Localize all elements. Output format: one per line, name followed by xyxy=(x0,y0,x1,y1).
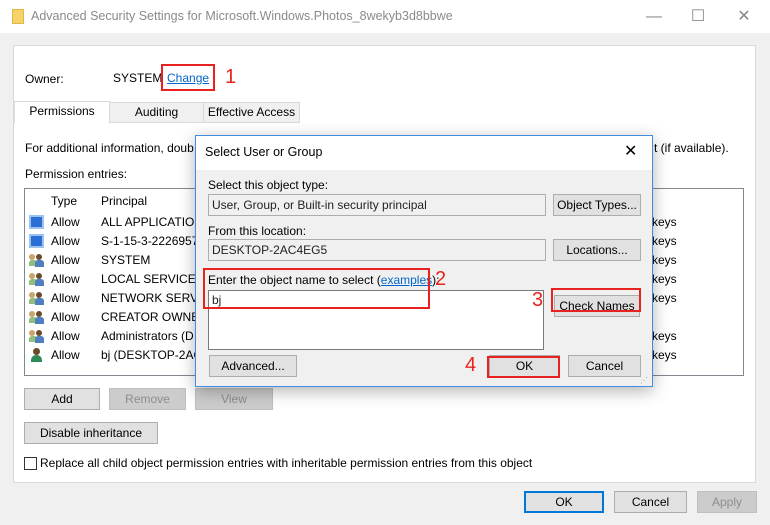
entry-principal: S-1-15-3-22269576 xyxy=(101,234,206,248)
entry-principal: ALL APPLICATION xyxy=(101,215,204,229)
annotation-box-1 xyxy=(161,64,215,91)
entry-type: Allow xyxy=(51,215,80,229)
entry-type: Allow xyxy=(51,253,80,267)
annotation-4: 4 xyxy=(465,354,477,376)
close-button[interactable]: ✕ xyxy=(724,4,764,30)
permission-entries-label: Permission entries: xyxy=(25,167,128,181)
entry-principal: SYSTEM xyxy=(101,253,151,267)
info-text: For additional information, doub xyxy=(25,141,194,155)
group-icon xyxy=(29,272,44,286)
annotation-1: 1 xyxy=(225,66,237,88)
entry-principal: CREATOR OWNER xyxy=(101,310,208,324)
entry-principal: LOCAL SERVICE xyxy=(101,272,196,286)
group-icon xyxy=(29,253,44,267)
dialog-close-button[interactable]: ✕ xyxy=(624,141,637,161)
entry-access: keys xyxy=(652,253,677,267)
annotation-3: 3 xyxy=(532,289,544,311)
app-package-icon xyxy=(29,215,44,229)
entry-principal: NETWORK SERVIC xyxy=(101,291,211,305)
entry-type: Allow xyxy=(51,234,80,248)
select-user-dialog: Select User or Group ✕ Select this objec… xyxy=(195,135,653,387)
folder-icon xyxy=(12,9,24,24)
disable-inheritance-button[interactable]: Disable inheritance xyxy=(24,422,158,444)
owner-value: SYSTEM xyxy=(113,71,163,85)
add-button[interactable]: Add xyxy=(24,388,100,410)
object-types-button[interactable]: Object Types... xyxy=(553,194,641,216)
dialog-title: Select User or Group xyxy=(205,145,323,159)
entry-type: Allow xyxy=(51,310,80,324)
annotation-box-3 xyxy=(551,288,641,312)
advanced-button[interactable]: Advanced... xyxy=(209,355,297,377)
location-label: From this location: xyxy=(208,224,307,238)
entry-type: Allow xyxy=(51,272,80,286)
entry-principal: Administrators (D xyxy=(101,329,194,343)
window-title: Advanced Security Settings for Microsoft… xyxy=(31,9,453,23)
entry-access: keys xyxy=(652,215,677,229)
annotation-box-4 xyxy=(487,356,560,378)
object-type-label: Select this object type: xyxy=(208,178,329,192)
app-package-icon xyxy=(29,234,44,248)
group-icon xyxy=(29,310,44,324)
locations-button[interactable]: Locations... xyxy=(553,239,641,261)
tab-auditing[interactable]: Auditing xyxy=(109,102,204,123)
dialog-cancel-button[interactable]: Cancel xyxy=(568,355,641,377)
remove-button[interactable]: Remove xyxy=(109,388,186,410)
owner-label: Owner: xyxy=(25,72,64,86)
apply-button[interactable]: Apply xyxy=(697,491,757,513)
view-button[interactable]: View xyxy=(195,388,273,410)
entry-type: Allow xyxy=(51,291,80,305)
annotation-2: 2 xyxy=(435,268,447,290)
cancel-button[interactable]: Cancel xyxy=(614,491,687,513)
entry-access: keys xyxy=(652,272,677,286)
replace-checkbox[interactable] xyxy=(24,457,37,470)
object-type-field: User, Group, or Built-in security princi… xyxy=(208,194,546,216)
column-header-type[interactable]: Type xyxy=(51,194,77,208)
replace-checkbox-label[interactable]: Replace all child object permission entr… xyxy=(40,456,532,470)
resize-grip[interactable]: ⋰ xyxy=(640,376,648,385)
ok-button[interactable]: OK xyxy=(524,491,604,513)
minimize-button[interactable]: — xyxy=(634,4,674,30)
entry-type: Allow xyxy=(51,329,80,343)
entry-principal: bj (DESKTOP-2AC xyxy=(101,348,203,362)
group-icon xyxy=(29,291,44,305)
entry-type: Allow xyxy=(51,348,80,362)
entry-access: keys xyxy=(652,329,677,343)
info-text-end: t (if available). xyxy=(654,141,729,155)
entry-access: keys xyxy=(652,348,677,362)
entry-access: keys xyxy=(652,291,677,305)
tab-permissions[interactable]: Permissions xyxy=(14,101,110,124)
location-field: DESKTOP-2AC4EG5 xyxy=(208,239,546,261)
entry-access: keys xyxy=(652,234,677,248)
group-icon xyxy=(29,329,44,343)
tab-effective-access[interactable]: Effective Access xyxy=(203,102,300,123)
maximize-button[interactable]: ☐ xyxy=(678,4,718,30)
column-header-principal[interactable]: Principal xyxy=(101,194,147,208)
annotation-box-2 xyxy=(203,268,430,309)
user-icon xyxy=(29,348,44,362)
